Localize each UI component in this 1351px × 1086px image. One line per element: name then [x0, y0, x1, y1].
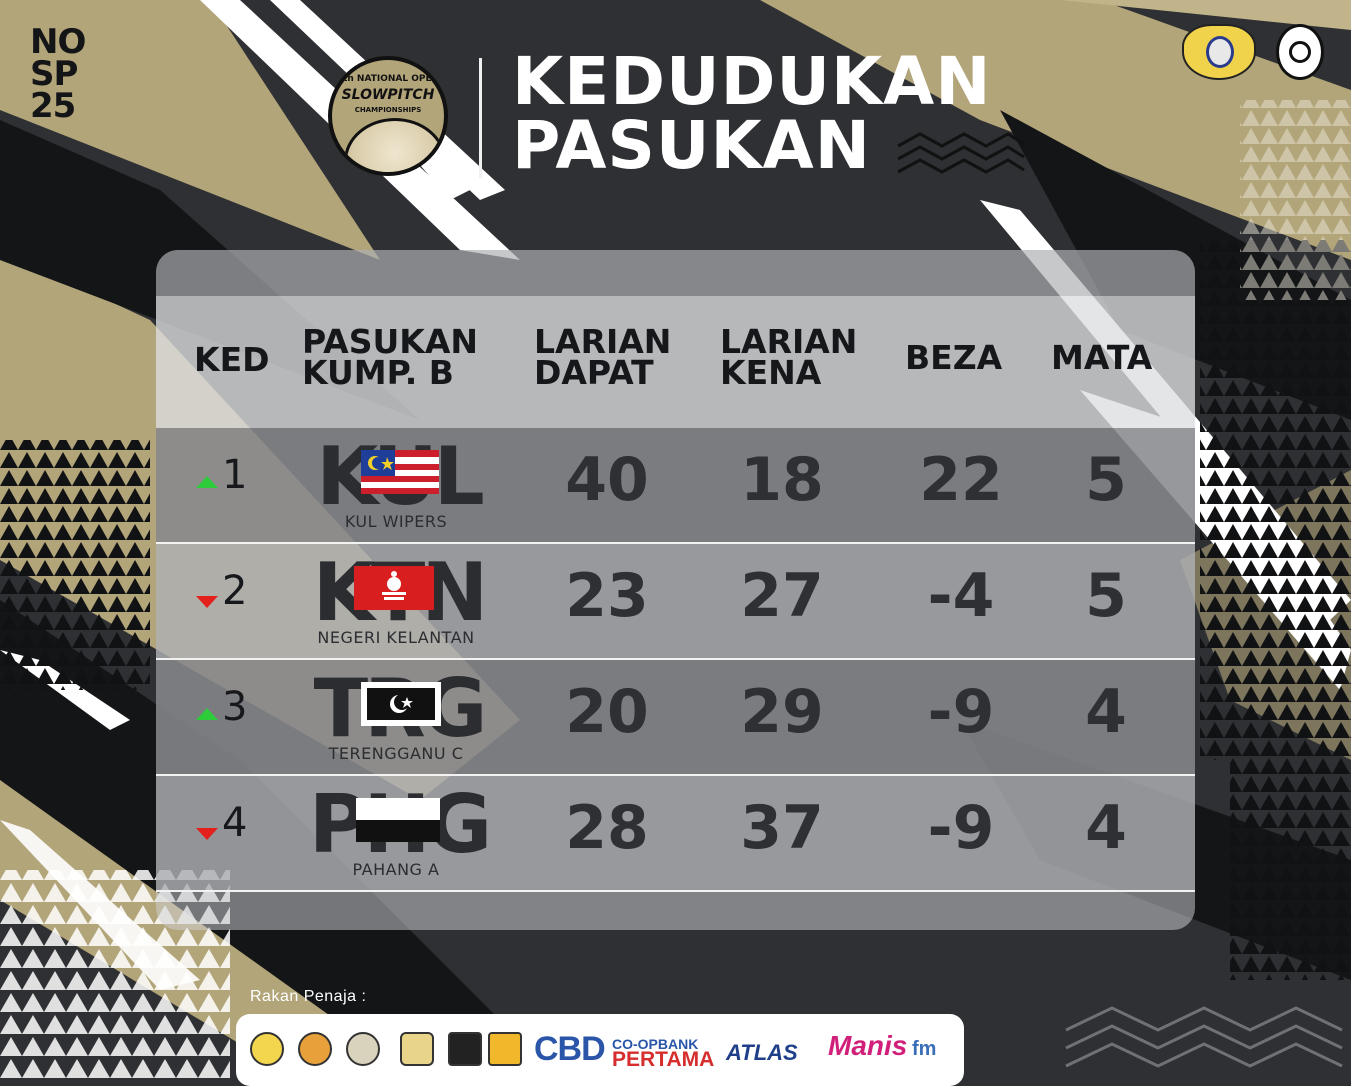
larian-dapat-value: 20: [565, 677, 649, 747]
rank-cell: 4: [196, 800, 266, 856]
sponsor-logo-1: [250, 1032, 284, 1066]
trend-down-icon: [196, 596, 218, 608]
sponsor-logo-4: [400, 1032, 434, 1066]
larian-dapat-value: 40: [565, 445, 649, 515]
sponsor-fm-text: fm: [912, 1038, 937, 1060]
table-row: 3 TRG TERENGGANU C 20 29 -9 4: [156, 660, 1195, 776]
sponsor-atlas-logo: ATLAS: [726, 1040, 798, 1065]
header-larian-kena: LARIAN KENA: [720, 322, 858, 392]
trend-down-icon: [196, 828, 218, 840]
zigzag-decoration: [897, 132, 1025, 174]
header-beza: BEZA: [905, 338, 1003, 377]
larian-kena-value: 18: [740, 445, 824, 515]
federation-crest-logo: [1182, 24, 1256, 80]
trend-up-icon: [196, 708, 218, 720]
flag-pahang-icon: [356, 798, 440, 842]
larian-dapat-value: 28: [565, 793, 649, 863]
event-code: NO SP 25: [30, 22, 86, 126]
beza-value: -9: [927, 677, 995, 747]
rank-cell: 3: [196, 684, 266, 740]
table-header-row: KED PASUKAN KUMP. B LARIAN DAPAT LARIAN …: [156, 296, 1195, 428]
event-logo-line2: SLOWPITCH: [341, 87, 435, 103]
beza-value: -9: [927, 793, 995, 863]
association-seal-logo: [1276, 24, 1324, 80]
softball-icon: [344, 118, 444, 172]
title-divider: [479, 58, 482, 178]
flag-kelantan-icon: [354, 566, 434, 610]
sponsor-logo-3: [346, 1032, 380, 1066]
team-name: PAHANG A: [352, 860, 440, 879]
larian-kena-value: 27: [740, 561, 824, 631]
sponsor-manis-logo: Manis: [828, 1030, 908, 1061]
table-row: 1 KUL KUL WIPERS 40 18 22 5: [156, 428, 1195, 544]
header-ked: KED: [194, 340, 270, 379]
mata-value: 5: [1085, 561, 1127, 631]
event-logo: 4th NATIONAL OPEN SLOWPITCH CHAMPIONSHIP…: [328, 56, 448, 176]
header-larian-dapat: LARIAN DAPAT: [534, 322, 672, 392]
mata-value: 5: [1085, 445, 1127, 515]
sponsor-logo-2: [298, 1032, 332, 1066]
mata-value: 4: [1085, 677, 1127, 747]
larian-dapat-value: 23: [565, 561, 649, 631]
rank-cell: 1: [196, 452, 266, 508]
flag-terengganu-icon: [361, 682, 441, 726]
rank-cell: 2: [196, 568, 266, 624]
mata-value: 4: [1085, 793, 1127, 863]
team-name: KUL WIPERS: [344, 512, 448, 531]
event-logo-line3: CHAMPIONSHIPS: [354, 106, 422, 114]
team-name: TERENGGANU C: [328, 744, 464, 763]
table-row: 4 PHG PAHANG A 28 37 -9 4: [156, 776, 1195, 892]
team-name: NEGERI KELANTAN: [317, 628, 475, 647]
sponsor-logo-5: [448, 1032, 482, 1066]
header-pasukan: PASUKAN KUMP. B: [302, 322, 478, 392]
table-row: 2 KTN NEGERI KELANTAN 23 27 -4 5: [156, 544, 1195, 660]
larian-kena-value: 29: [740, 677, 824, 747]
standings-table: KED PASUKAN KUMP. B LARIAN DAPAT LARIAN …: [156, 250, 1195, 930]
table-top-strip: [156, 250, 1195, 296]
beza-value: -4: [927, 561, 995, 631]
larian-kena-value: 37: [740, 793, 824, 863]
header-mata: MATA: [1051, 338, 1153, 377]
trend-up-icon: [196, 476, 218, 488]
sponsor-cbd-logo: CBD: [534, 1030, 606, 1068]
sponsor-label: Rakan Penaja :: [250, 988, 367, 1005]
beza-value: 22: [919, 445, 1003, 515]
flag-kuala-lumpur-icon: [361, 450, 439, 494]
sponsor-logo-6: [488, 1032, 522, 1066]
sponsor-pertama-text: PERTAMA: [612, 1048, 715, 1071]
event-logo-line1: 4th NATIONAL OPEN: [336, 74, 440, 84]
